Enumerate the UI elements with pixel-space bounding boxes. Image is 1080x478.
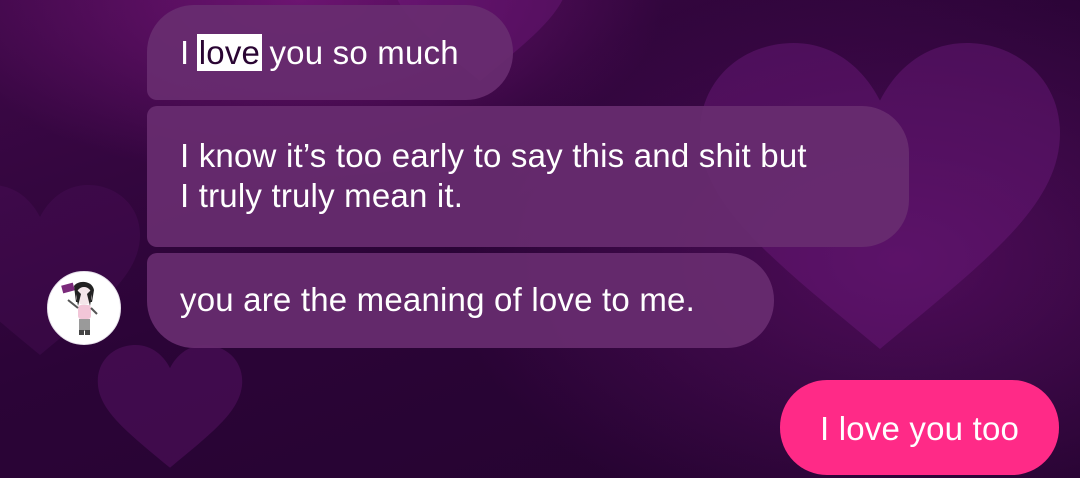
incoming-message-bubble[interactable]: you are the meaning of love to me. [147, 253, 774, 348]
message-text: I love you too [819, 410, 1020, 447]
message-text-part: I [180, 34, 199, 71]
message-text-line: I know it’s too early to say this and sh… [180, 137, 807, 174]
incoming-message-bubble[interactable]: I know it’s too early to say this and sh… [147, 106, 909, 247]
cartoon-character-avatar-icon [61, 281, 98, 335]
avatar[interactable] [47, 271, 121, 345]
chat-window: I love you so much I know it’s too early… [0, 0, 1080, 478]
message-text: you are the meaning of love to me. [180, 281, 695, 318]
message-text-part: you so much [260, 34, 459, 71]
selected-text-highlight[interactable]: love [196, 34, 263, 71]
outgoing-message-bubble[interactable]: I love you too [780, 380, 1059, 475]
message-text-line: I truly truly mean it. [180, 177, 464, 214]
incoming-message-bubble[interactable]: I love you so much [147, 5, 513, 100]
